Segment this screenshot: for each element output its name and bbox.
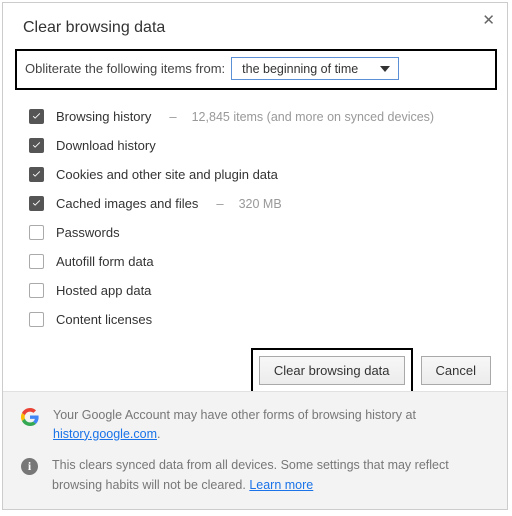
clear-browsing-data-dialog: ✕ Clear browsing data Obliterate the fol… [2,2,508,510]
sync-info-note: i This clears synced data from all devic… [21,456,491,495]
data-type-label: Content licenses [56,312,152,327]
data-types-list: Browsing history–12,845 items (and more … [3,96,507,338]
data-type-row: Download history [29,131,497,160]
time-range-label: Obliterate the following items from: [25,61,225,76]
chevron-down-icon [380,66,390,72]
history-google-link[interactable]: history.google.com [53,427,157,441]
close-icon[interactable]: ✕ [482,13,495,28]
data-type-label: Hosted app data [56,283,151,298]
google-account-note: Your Google Account may have other forms… [21,406,491,445]
sync-info-text: This clears synced data from all devices… [52,456,491,495]
checkbox[interactable] [29,312,44,327]
checkbox[interactable] [29,225,44,240]
cancel-button[interactable]: Cancel [421,356,491,385]
info-icon: i [21,458,38,475]
data-type-label: Cookies and other site and plugin data [56,167,278,182]
checkbox[interactable] [29,109,44,124]
time-range-row: Obliterate the following items from: the… [15,49,497,90]
data-type-label: Passwords [56,225,120,240]
data-type-hint: 320 MB [239,197,282,211]
checkbox[interactable] [29,196,44,211]
time-range-select[interactable]: the beginning of time [231,57,399,80]
data-type-label: Browsing history [56,109,151,124]
data-type-row: Browsing history–12,845 items (and more … [29,102,497,131]
learn-more-link[interactable]: Learn more [249,478,313,492]
data-type-label: Download history [56,138,156,153]
data-type-hint: 12,845 items (and more on synced devices… [192,110,435,124]
data-type-row: Cookies and other site and plugin data [29,160,497,189]
data-type-row: Cached images and files–320 MB [29,189,497,218]
google-logo-icon [21,408,39,426]
dialog-title: Clear browsing data [3,3,507,45]
data-type-row: Hosted app data [29,276,497,305]
data-type-row: Autofill form data [29,247,497,276]
checkbox[interactable] [29,138,44,153]
clear-browsing-data-button[interactable]: Clear browsing data [259,356,405,385]
google-account-text: Your Google Account may have other forms… [53,406,491,445]
dialog-footer: Your Google Account may have other forms… [3,391,507,510]
checkbox[interactable] [29,167,44,182]
checkbox[interactable] [29,254,44,269]
checkbox[interactable] [29,283,44,298]
time-range-value: the beginning of time [242,62,358,76]
data-type-row: Passwords [29,218,497,247]
data-type-label: Autofill form data [56,254,154,269]
data-type-label: Cached images and files [56,196,198,211]
data-type-row: Content licenses [29,305,497,334]
primary-button-highlight: Clear browsing data [251,348,413,393]
